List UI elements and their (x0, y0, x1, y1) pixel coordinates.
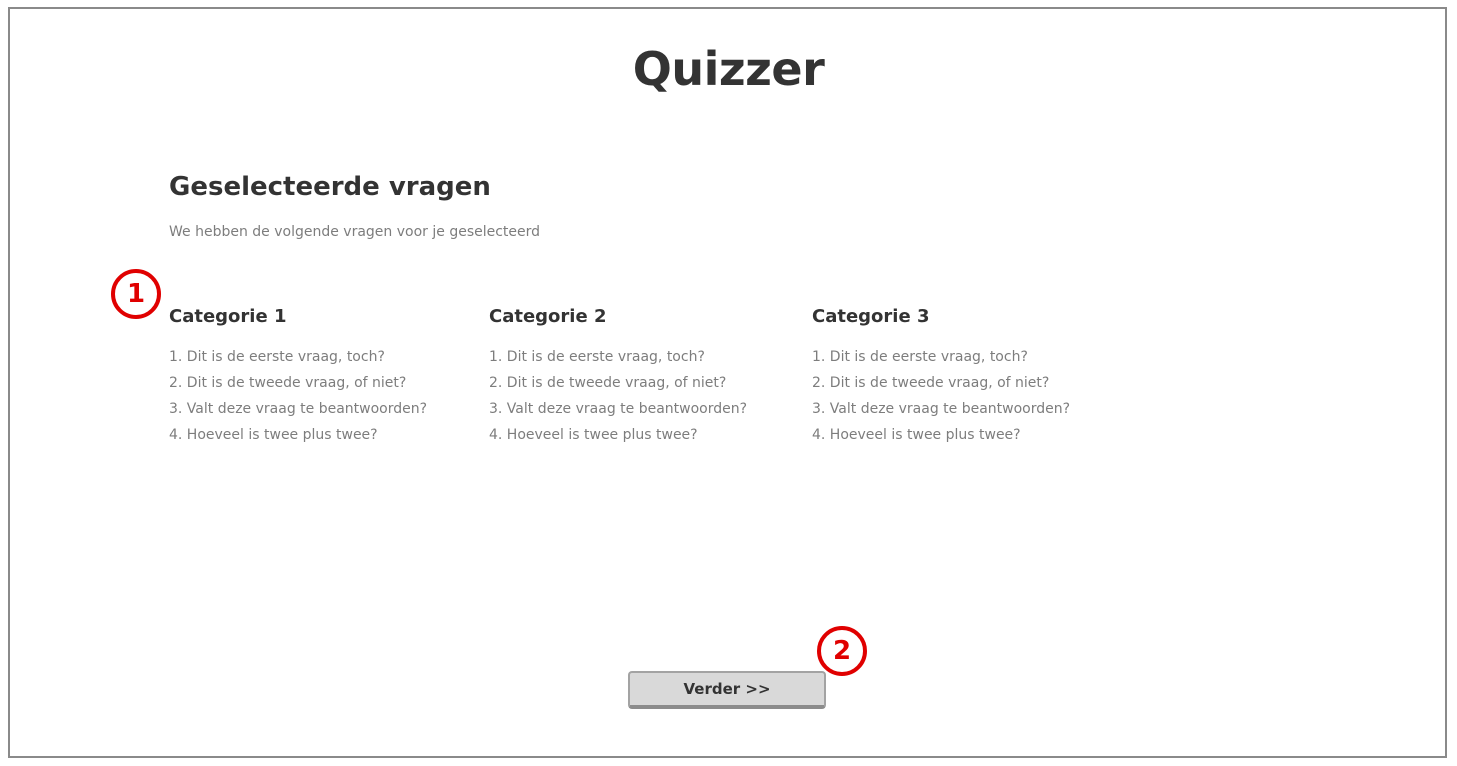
question-item: 2. Dit is de tweede vraag, of niet? (169, 375, 407, 391)
category-3: Categorie 3 1. Dit is de eerste vraag, t… (812, 306, 1070, 448)
question-list: 1. Dit is de eerste vraag, toch? 2. Dit … (489, 344, 747, 448)
category-2: Categorie 2 1. Dit is de eerste vraag, t… (489, 306, 747, 448)
question-list: 1. Dit is de eerste vraag, toch? 2. Dit … (812, 344, 1070, 448)
question-item: 1. Dit is de eerste vraag, toch? (169, 349, 385, 365)
question-item: 4. Hoeveel is twee plus twee? (489, 427, 698, 443)
app-title: Quizzer (632, 42, 825, 96)
question-list: 1. Dit is de eerste vraag, toch? 2. Dit … (169, 344, 427, 448)
question-item: 3. Valt deze vraag te beantwoorden? (169, 401, 428, 417)
question-item: 4. Hoeveel is twee plus twee? (812, 427, 1021, 443)
question-item: 2. Dit is de tweede vraag, of niet? (489, 375, 727, 391)
question-item: 3. Valt deze vraag te beantwoorden? (489, 401, 748, 417)
question-item: 1. Dit is de eerste vraag, toch? (812, 349, 1028, 365)
section-subtitle: We hebben de volgende vragen voor je ges… (169, 224, 541, 240)
category-1: Categorie 1 1. Dit is de eerste vraag, t… (169, 306, 427, 448)
category-title: Categorie 3 (812, 306, 930, 327)
annotation-marker-1: 1 (111, 269, 161, 319)
category-title: Categorie 1 (169, 306, 287, 327)
next-button[interactable]: Verder >> (628, 671, 826, 709)
annotation-marker-2: 2 (817, 626, 867, 676)
question-item: 1. Dit is de eerste vraag, toch? (489, 349, 705, 365)
section-title: Geselecteerde vragen (169, 172, 491, 202)
question-item: 4. Hoeveel is twee plus twee? (169, 427, 378, 443)
question-item: 3. Valt deze vraag te beantwoorden? (812, 401, 1071, 417)
question-item: 2. Dit is de tweede vraag, of niet? (812, 375, 1050, 391)
category-title: Categorie 2 (489, 306, 607, 327)
